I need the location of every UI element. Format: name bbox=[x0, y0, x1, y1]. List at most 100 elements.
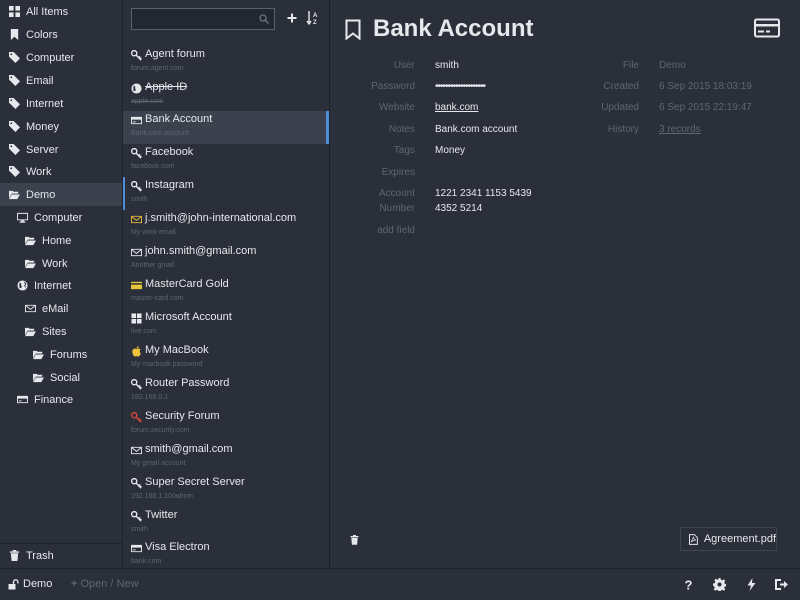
entry-title: Instagram bbox=[145, 179, 194, 191]
menu-item-label: eMail bbox=[42, 302, 69, 315]
entry-title: john.smith@gmail.com bbox=[145, 245, 257, 257]
field-value-password[interactable]: •••••••••••••••••••• bbox=[435, 81, 486, 92]
entry-title-heading[interactable]: Bank Account bbox=[373, 15, 533, 43]
list-item[interactable]: MasterCard Gold master-card.com bbox=[123, 276, 329, 309]
menu-item-tag-internet[interactable]: Internet bbox=[0, 92, 122, 115]
menu-item-group-home[interactable]: Home bbox=[0, 229, 122, 252]
tag-icon bbox=[8, 166, 20, 178]
entry-title: MasterCard Gold bbox=[145, 278, 229, 290]
list-item[interactable]: Microsoft Account live.com bbox=[123, 309, 329, 342]
menu-item-tag-computer[interactable]: Computer bbox=[0, 46, 122, 69]
globe-icon bbox=[16, 280, 28, 292]
field-value-tags[interactable]: Money bbox=[435, 145, 465, 156]
menu-item-file-demo[interactable]: Demo bbox=[0, 183, 122, 206]
entry-title: Security Forum bbox=[145, 410, 220, 422]
entry-subtitle: My gmail account bbox=[131, 460, 186, 467]
menu-item-group-work[interactable]: Work bbox=[0, 252, 122, 275]
entry-subtitle: smith bbox=[131, 526, 148, 533]
add-entry-button[interactable] bbox=[286, 11, 298, 25]
list-item[interactable]: Security Forum forum.security.com bbox=[123, 408, 329, 441]
entry-title: Router Password bbox=[145, 377, 230, 389]
list-item[interactable]: j.smith@john-international.com My work e… bbox=[123, 210, 329, 243]
field-label-website: Website bbox=[379, 102, 415, 113]
search-field[interactable] bbox=[131, 8, 275, 30]
meta-label-updated: Updated bbox=[601, 102, 639, 113]
plus-icon bbox=[287, 13, 297, 23]
entry-subtitle: live.com bbox=[131, 328, 157, 335]
menu-item-tag-work[interactable]: Work bbox=[0, 160, 122, 183]
search-input[interactable] bbox=[132, 9, 256, 29]
field-label-password: Password bbox=[371, 81, 415, 92]
file-pdf-icon bbox=[689, 533, 698, 545]
field-value-account[interactable]: 1221 2341 1153 5439 bbox=[435, 188, 532, 199]
entry-title: Visa Electron bbox=[145, 541, 210, 553]
list-item[interactable]: Agent forum forum.agent.com bbox=[123, 46, 329, 79]
key-icon bbox=[131, 478, 142, 489]
menu-item-group-forums[interactable]: Forums bbox=[0, 343, 122, 366]
field-value-account-number[interactable]: 4352 5214 bbox=[435, 203, 482, 214]
bookmark-icon[interactable] bbox=[345, 19, 361, 40]
bookmark-icon bbox=[8, 29, 20, 41]
svg-text:A: A bbox=[313, 13, 318, 19]
grid-icon bbox=[8, 6, 20, 18]
list-item[interactable]: Facebook facebook.com bbox=[123, 144, 329, 177]
tag-icon bbox=[8, 98, 20, 110]
help-icon[interactable]: ? bbox=[681, 577, 695, 591]
credit-card-icon[interactable] bbox=[754, 18, 780, 38]
menu-item-group-computer[interactable]: Computer bbox=[0, 206, 122, 229]
field-value-notes[interactable]: Bank.com account bbox=[435, 124, 517, 135]
menu-item-label: Sites bbox=[42, 325, 67, 338]
menu-item-label: Forums bbox=[50, 348, 88, 361]
search-icon[interactable] bbox=[259, 14, 269, 24]
open-new-button[interactable]: + Open / New bbox=[71, 578, 139, 590]
entry-subtitle: forum.agent.com bbox=[131, 65, 184, 72]
meta-value-created: 6 Sep 2015 18:03:19 bbox=[659, 81, 752, 92]
list-item[interactable]: Router Password 192.168.0.1 bbox=[123, 375, 329, 408]
list-item[interactable]: Instagram smith bbox=[123, 177, 329, 210]
menu-item-tag-server[interactable]: Server bbox=[0, 138, 122, 161]
add-field-button[interactable]: add field bbox=[331, 225, 415, 236]
lock-exit-icon[interactable] bbox=[774, 577, 788, 591]
menu-item-all-items[interactable]: All Items bbox=[0, 0, 122, 23]
folder-open-icon bbox=[32, 349, 44, 361]
delete-entry-icon[interactable] bbox=[350, 535, 359, 545]
field-value-user[interactable]: smith bbox=[435, 60, 459, 71]
menu-item-tag-money[interactable]: Money bbox=[0, 115, 122, 138]
menu-item-trash[interactable]: Trash bbox=[0, 544, 122, 567]
menu-item-group-social[interactable]: Social bbox=[0, 366, 122, 389]
menu-item-label: Computer bbox=[34, 211, 83, 224]
entry-subtitle: forum.security.com bbox=[131, 427, 190, 434]
details-panel: Bank Account User smith Password •••••••… bbox=[331, 0, 800, 568]
entry-subtitle: smith bbox=[131, 196, 148, 203]
generator-bolt-icon[interactable] bbox=[744, 577, 758, 591]
list-item[interactable]: john.smith@gmail.com Another gmail bbox=[123, 243, 329, 276]
menu-item-label: Work bbox=[26, 165, 52, 178]
menu-item-colors[interactable]: Colors bbox=[0, 23, 122, 46]
list-item[interactable]: Apple ID apple.com bbox=[123, 79, 329, 112]
menu-item-label: Internet bbox=[34, 279, 72, 292]
menu-item-group-internet[interactable]: Internet bbox=[0, 274, 122, 297]
tag-icon bbox=[8, 121, 20, 133]
menu-item-group-sites[interactable]: Sites bbox=[0, 320, 122, 343]
list-item[interactable]: Visa Electron bank.com bbox=[123, 539, 329, 568]
list-item[interactable]: Twitter smith bbox=[123, 507, 329, 540]
sort-button[interactable]: AZ bbox=[306, 10, 319, 26]
menu-item-tag-email[interactable]: Email bbox=[0, 69, 122, 92]
menu-item-group-finance[interactable]: Finance bbox=[0, 388, 122, 411]
attachment-button[interactable]: Agreement.pdf bbox=[680, 527, 777, 551]
desktop-icon bbox=[16, 212, 28, 224]
list-item-selected[interactable]: Bank Account Bank.com account bbox=[123, 111, 329, 144]
settings-gear-icon[interactable] bbox=[712, 577, 726, 591]
list-item[interactable]: smith@gmail.com My gmail account bbox=[123, 441, 329, 474]
field-label-expires: Expires bbox=[381, 167, 415, 178]
list-item[interactable]: My MacBook My macbook password bbox=[123, 342, 329, 375]
sort-az-icon: AZ bbox=[306, 11, 318, 26]
list-item[interactable]: Super Secret Server 192.168.1.10/admin bbox=[123, 474, 329, 507]
tag-icon bbox=[8, 75, 20, 87]
folder-open-icon bbox=[24, 258, 36, 270]
history-link[interactable]: 3 records bbox=[659, 124, 701, 135]
field-value-website[interactable]: bank.com bbox=[435, 102, 478, 113]
footer-file-demo[interactable]: Demo bbox=[8, 578, 52, 590]
menu-item-group-email[interactable]: eMail bbox=[0, 297, 122, 320]
color-marker bbox=[123, 177, 125, 210]
